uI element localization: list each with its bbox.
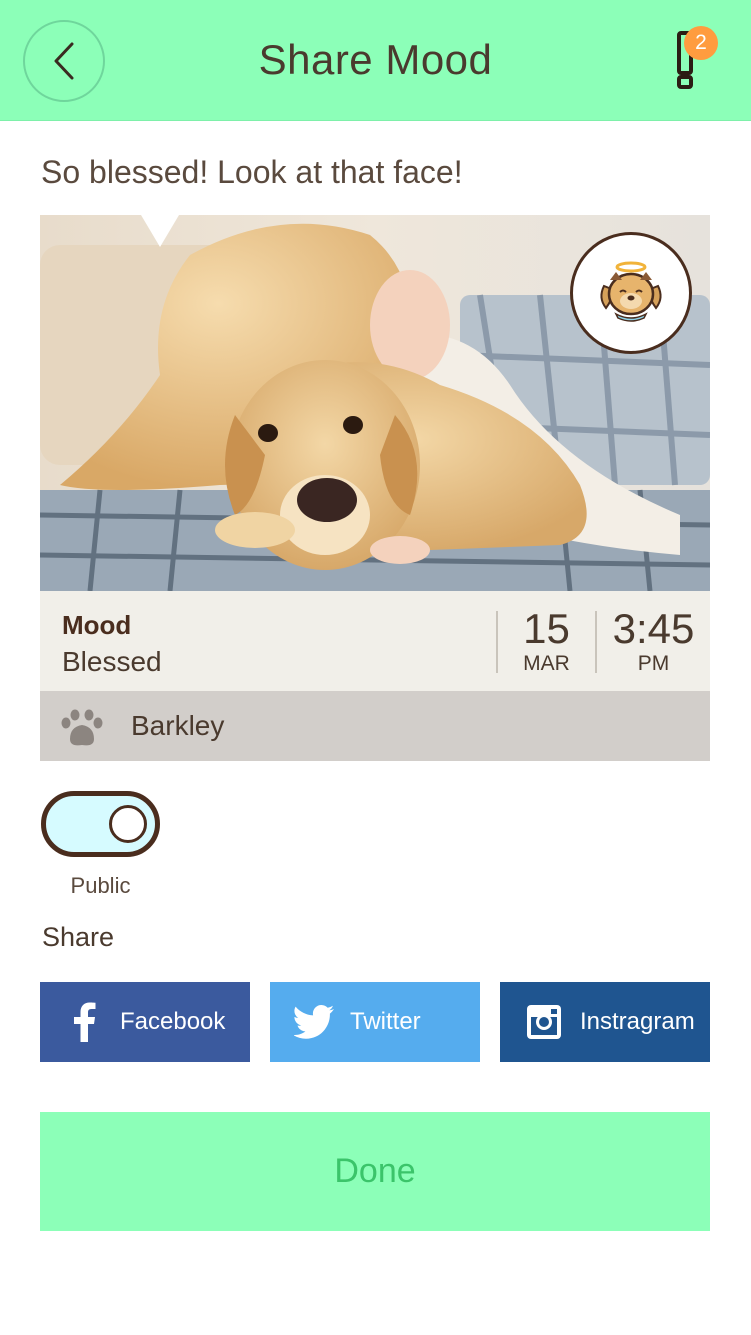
toggle-knob [109, 805, 147, 843]
instagram-icon [524, 1002, 564, 1042]
mood-label: Mood [62, 610, 132, 640]
mood-badge [570, 232, 692, 354]
instagram-label: Instragram [580, 1008, 695, 1035]
facebook-share-button[interactable]: Facebook [40, 982, 250, 1062]
notifications-button[interactable]: 2 [664, 26, 720, 92]
post-caption: So blessed! Look at that face! [41, 154, 463, 190]
mood-value: Blessed [62, 646, 162, 677]
facebook-icon [64, 1002, 104, 1042]
app-header: Share Mood 2 [0, 0, 751, 121]
facebook-label: Facebook [120, 1008, 226, 1035]
twitter-label: Twitter [350, 1008, 421, 1035]
public-label: Public [70, 873, 131, 898]
date-day: 15 [523, 605, 570, 652]
blessed-dog-icon [600, 261, 662, 322]
notification-badge: 2 [684, 26, 718, 60]
date-month: MAR [523, 652, 570, 675]
instagram-share-button[interactable]: Instragram [500, 982, 710, 1062]
paw-icon [61, 709, 103, 746]
done-button[interactable]: Done [40, 1112, 710, 1231]
time-ampm: PM [637, 652, 670, 675]
mood-info-bar: Mood Blessed 15 MAR 3:45 PM [40, 591, 710, 691]
page-title: Share Mood [258, 36, 493, 83]
pet-row[interactable]: Barkley [40, 691, 710, 761]
caption-pointer [141, 215, 179, 247]
share-heading: Share [42, 922, 115, 952]
twitter-share-button[interactable]: Twitter [270, 982, 480, 1062]
twitter-icon [294, 1002, 334, 1042]
public-toggle[interactable] [41, 791, 160, 857]
pet-name: Barkley [131, 710, 225, 741]
time-value: 3:45 [612, 605, 695, 652]
